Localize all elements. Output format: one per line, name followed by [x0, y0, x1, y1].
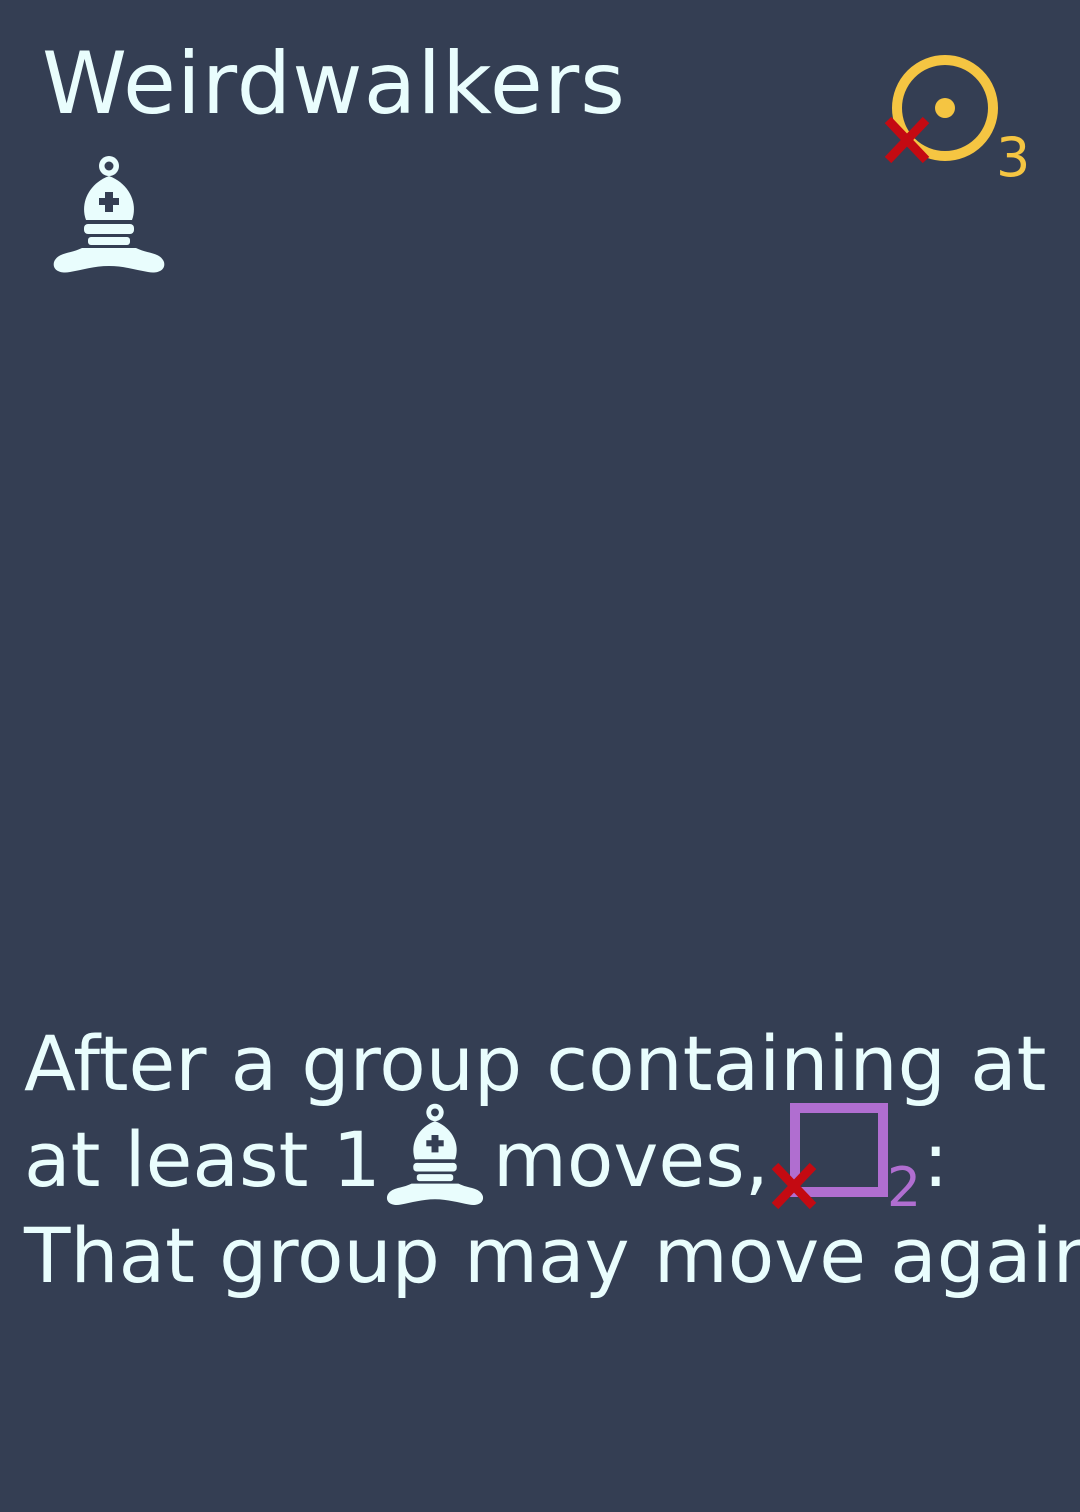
rules-line-2: at least 1 moves, 2:	[24, 1103, 1064, 1218]
rules-line-2-c: :	[922, 1115, 949, 1204]
rules-line-3: That group may move again.	[24, 1211, 1080, 1300]
chess-bishop-icon	[53, 156, 165, 273]
rules-line-2-b: moves,	[492, 1115, 769, 1204]
red-x-icon	[884, 116, 930, 164]
rules-line-2-a: at least 1	[24, 1115, 381, 1204]
rules-text: After a group containing at at least 1 m…	[24, 1016, 1080, 1304]
action-cost: 2	[771, 1098, 921, 1218]
card: Weirdwalkers 3 After a group containing …	[0, 0, 1080, 1512]
cost-amount: 3	[996, 126, 1031, 189]
card-title: Weirdwalkers	[42, 34, 626, 134]
chess-bishop-icon	[386, 1103, 483, 1205]
